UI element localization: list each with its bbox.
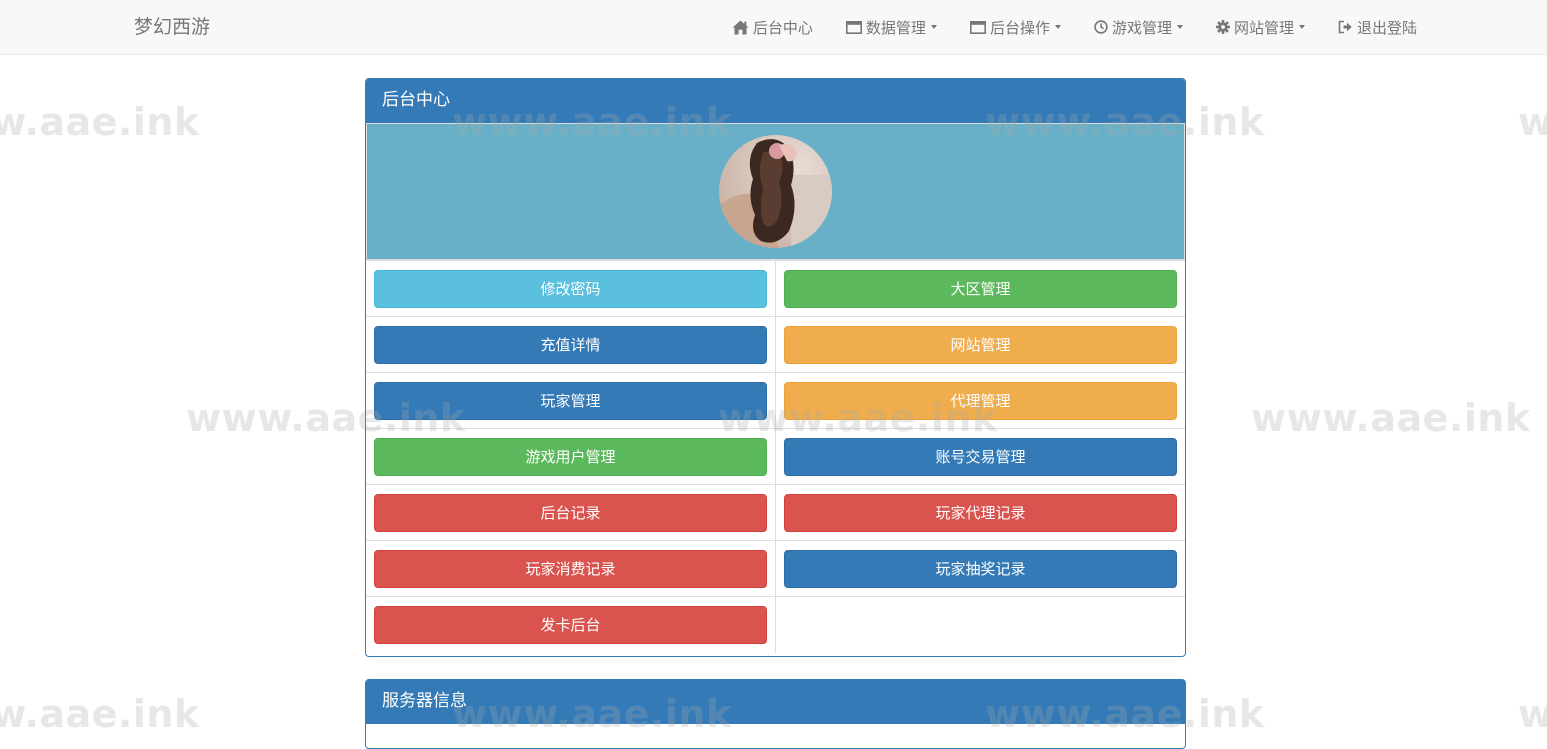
caret-down-icon: [1298, 25, 1305, 29]
logout-icon: [1338, 20, 1352, 34]
game-user-management-button[interactable]: 游戏用户管理: [374, 437, 767, 476]
window-icon: [845, 20, 862, 34]
watermark: www.aae.ink: [1518, 692, 1547, 736]
website-management-button[interactable]: 网站管理: [784, 325, 1177, 364]
recharge-details-button[interactable]: 充值详情: [374, 325, 767, 364]
player-lottery-log-button[interactable]: 玩家抽奖记录: [784, 549, 1177, 588]
nav-label: 退出登陆: [1356, 18, 1417, 37]
nav-item-logout[interactable]: 退出登陆: [1338, 17, 1417, 38]
window-icon: [969, 20, 986, 34]
backend-log-button[interactable]: 后台记录: [374, 493, 767, 532]
nav-item-dashboard[interactable]: 后台中心: [732, 17, 813, 38]
caret-down-icon: [930, 25, 937, 29]
watermark: www.aae.ink: [1518, 100, 1547, 144]
watermark: www.aae.ink: [0, 100, 200, 144]
nav-label: 游戏管理: [1111, 18, 1172, 37]
nav-item-game-management[interactable]: 游戏管理: [1094, 17, 1183, 38]
panel-title: 后台中心: [366, 79, 1185, 123]
gear-icon: [1215, 20, 1230, 34]
nav-item-site-management[interactable]: 网站管理: [1215, 17, 1305, 38]
watermark: www.aae.ink: [0, 692, 200, 736]
nav-label: 网站管理: [1233, 18, 1294, 37]
avatar: [719, 135, 832, 248]
watermark: www.aae.ink: [1251, 396, 1531, 440]
site-brand[interactable]: 梦幻西游: [134, 0, 210, 54]
nav-label: 后台操作: [989, 18, 1050, 37]
change-password-button[interactable]: 修改密码: [374, 269, 767, 308]
nav-item-data-management[interactable]: 数据管理: [845, 17, 937, 38]
top-navbar: 梦幻西游 后台中心 数据管理 后台操作 游戏管理 网站管理 退出登陆: [0, 0, 1547, 55]
player-management-button[interactable]: 玩家管理: [374, 381, 767, 420]
panel-title: 服务器信息: [366, 680, 1185, 724]
admin-button-grid: 修改密码 大区管理 充值详情 网站管理 玩家管理 代理管理 游戏用户管理 账号交…: [366, 260, 1185, 653]
home-icon: [732, 20, 749, 34]
player-spending-log-button[interactable]: 玩家消费记录: [374, 549, 767, 588]
server-info-panel: 服务器信息: [365, 679, 1186, 749]
account-trade-management-button[interactable]: 账号交易管理: [784, 437, 1177, 476]
avatar-photo: [719, 135, 832, 248]
admin-center-panel: 后台中心 修改密码 大区管理 充值详情 网站管理 玩家管理 代理管理 游戏用户管…: [365, 78, 1186, 657]
nav-label: 后台中心: [752, 18, 813, 37]
player-agent-log-button[interactable]: 玩家代理记录: [784, 493, 1177, 532]
region-management-button[interactable]: 大区管理: [784, 269, 1177, 308]
agent-management-button[interactable]: 代理管理: [784, 381, 1177, 420]
avatar-banner: [366, 123, 1185, 260]
caret-down-icon: [1176, 25, 1183, 29]
main-nav: 后台中心 数据管理 后台操作 游戏管理 网站管理 退出登陆: [732, 0, 1417, 54]
nav-label: 数据管理: [865, 18, 926, 37]
nav-item-backend-operations[interactable]: 后台操作: [969, 17, 1061, 38]
clock-icon: [1094, 20, 1108, 34]
card-issuing-backend-button[interactable]: 发卡后台: [374, 605, 767, 644]
caret-down-icon: [1054, 25, 1061, 29]
